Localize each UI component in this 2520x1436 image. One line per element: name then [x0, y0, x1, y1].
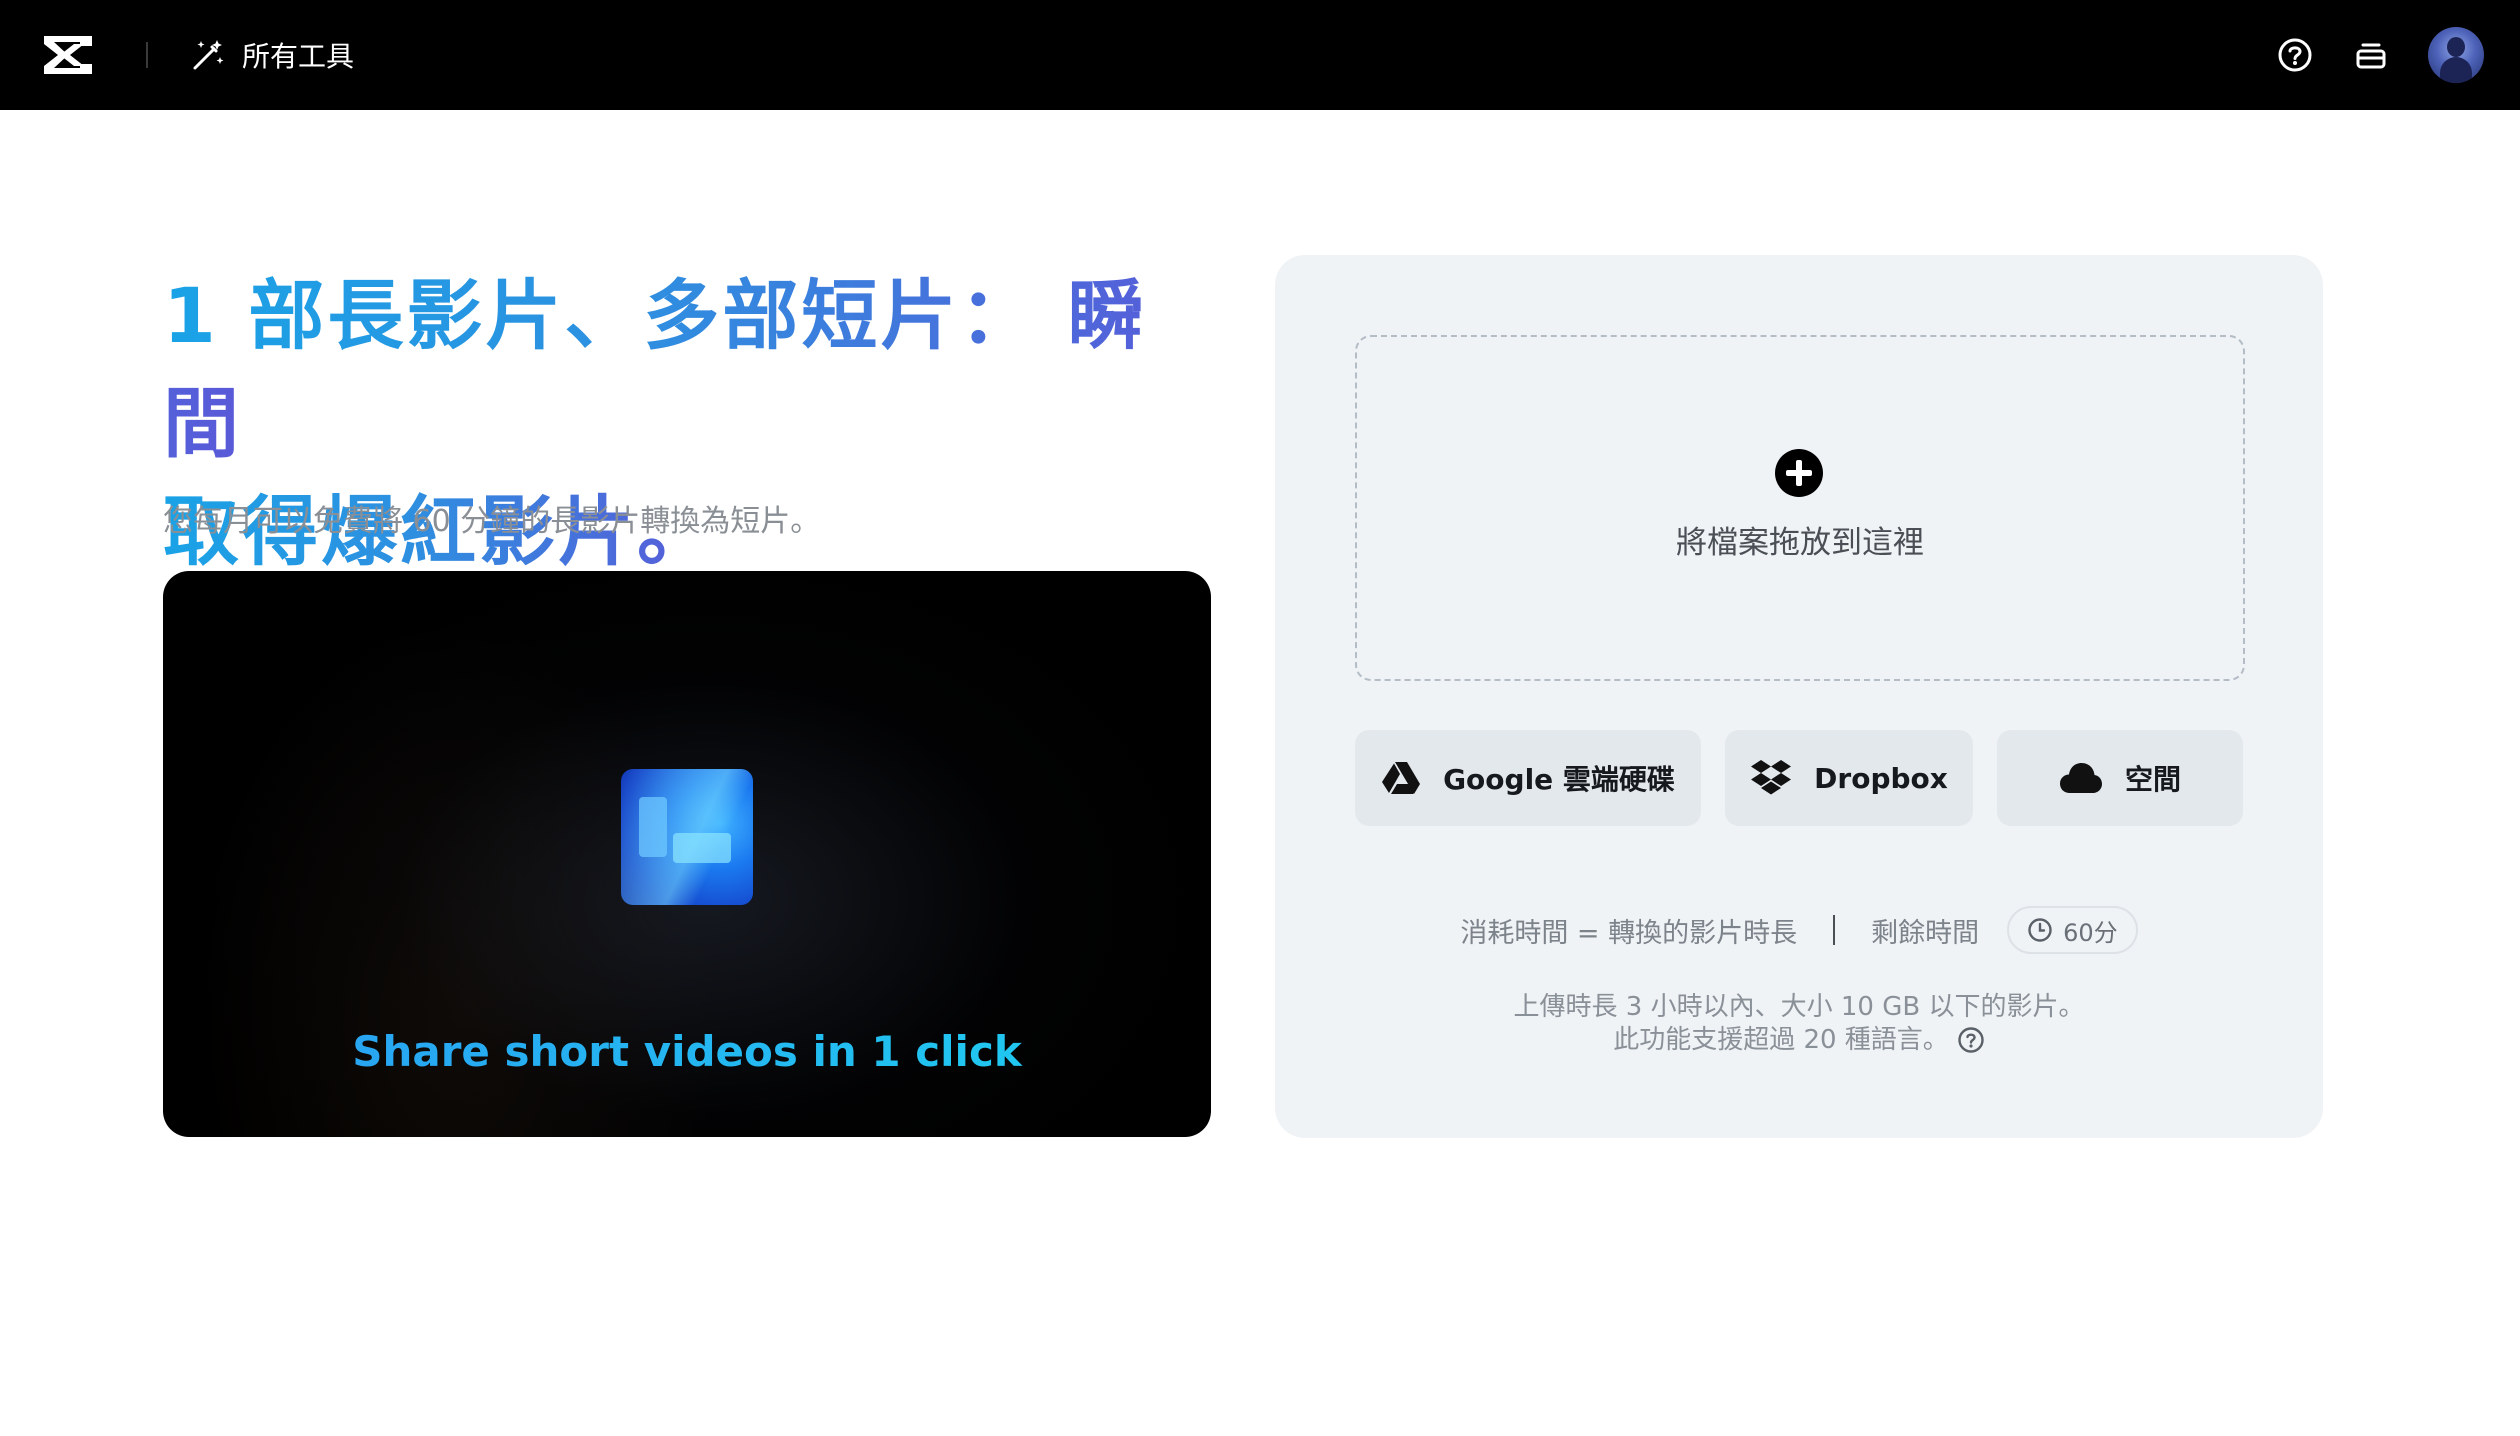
page-subtitle: 您每月可以免費將 60 分鐘的長影片轉換為短片。: [163, 504, 821, 539]
space-button[interactable]: 空間: [1997, 730, 2243, 826]
video-thumbnail: [621, 769, 753, 905]
file-dropzone[interactable]: 將檔案拖放到這裡: [1355, 335, 2245, 681]
add-file-icon: [1775, 449, 1823, 497]
header-divider: [146, 42, 148, 68]
usage-info: 消耗時間 = 轉換的影片時長 剩餘時間 60分: [1275, 905, 2323, 955]
google-drive-label: Google 雲端硬碟: [1443, 763, 1675, 796]
upload-panel: 將檔案拖放到這裡 Google 雲端硬碟 Dropbox 空間 消耗時間 = 轉…: [1275, 255, 2323, 1138]
video-caption: Share short videos in 1 click: [163, 1027, 1211, 1076]
dropbox-icon: [1751, 760, 1792, 795]
cloud-icon: [2059, 763, 2102, 793]
clock-icon: [2028, 918, 2052, 942]
dropzone-label: 將檔案拖放到這裡: [1676, 525, 1924, 561]
upload-limits-note: 上傳時長 3 小時以內、大小 10 GB 以下的影片。 此功能支援超過 20 種…: [1275, 991, 2323, 1057]
upload-limit-text: 上傳時長 3 小時以內、大小 10 GB 以下的影片。: [1513, 992, 2085, 1022]
space-label: 空間: [2124, 763, 2181, 796]
usage-formula: 消耗時間 = 轉換的影片時長: [1460, 917, 1798, 949]
dropbox-button[interactable]: Dropbox: [1725, 730, 1973, 826]
layers-icon[interactable]: [2352, 36, 2390, 74]
languages-text: 此功能支援超過 20 種語言。: [1613, 1025, 1949, 1055]
remaining-time-badge: 60分: [2007, 906, 2138, 954]
google-drive-button[interactable]: Google 雲端硬碟: [1355, 730, 1701, 826]
headline-line-1: 1 部長影片、多部短片： 瞬間: [163, 271, 1147, 468]
all-tools-menu[interactable]: 所有工具: [190, 33, 354, 77]
remaining-time-value: 60分: [2063, 918, 2118, 947]
header-actions: [2276, 24, 2484, 86]
capcut-logo-icon[interactable]: [40, 30, 96, 80]
usage-divider: [1833, 915, 1836, 945]
google-drive-icon: [1382, 762, 1421, 794]
remaining-time-label: 剩餘時間: [1871, 917, 1980, 949]
top-navigation-bar: 所有工具: [0, 0, 2520, 110]
languages-note-line: 此功能支援超過 20 種語言。: [1275, 1024, 2323, 1057]
magic-wand-icon: [193, 40, 224, 70]
dropbox-label: Dropbox: [1814, 761, 1948, 795]
avatar[interactable]: [2428, 27, 2484, 83]
demo-video-player[interactable]: Share short videos in 1 click: [163, 571, 1211, 1137]
help-icon[interactable]: [2276, 36, 2314, 74]
all-tools-label: 所有工具: [242, 40, 355, 73]
help-icon[interactable]: [1957, 1026, 1985, 1054]
